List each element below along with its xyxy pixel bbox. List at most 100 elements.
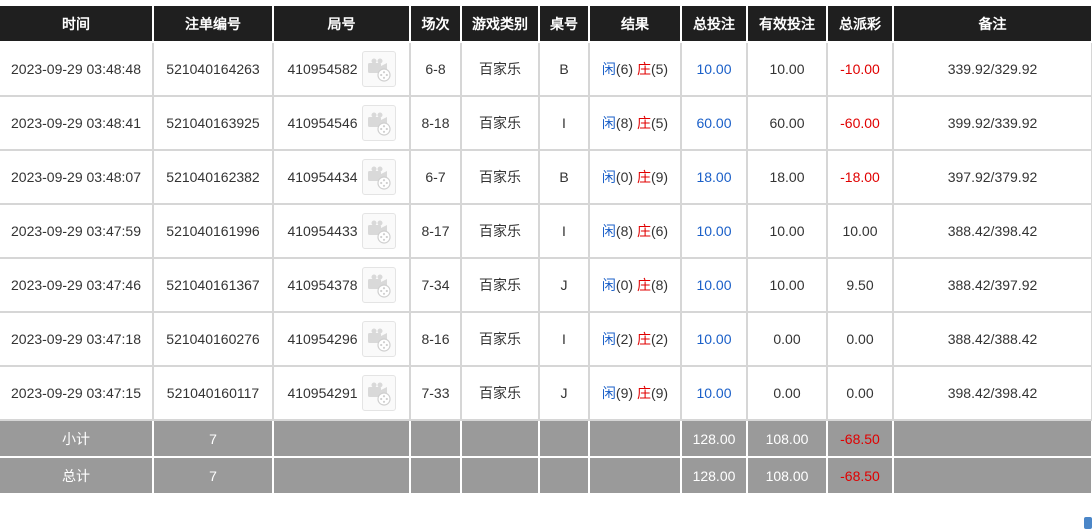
subtotal-empty-cell	[589, 420, 682, 458]
subtotal-empty-cell	[893, 420, 1092, 458]
table-row: 2023-09-29 03:47:46 521040161367 4109543…	[0, 258, 1092, 313]
result-player-score: (8)	[615, 223, 634, 239]
cell-round-no: 410954296	[273, 312, 411, 367]
cell-session: 7-33	[410, 366, 462, 421]
cell-valid-bet: 0.00	[747, 366, 828, 421]
round-no-text: 410954378	[287, 277, 358, 293]
result-banker-label: 庄	[636, 170, 651, 186]
col-header-round-no: 局号	[273, 6, 411, 43]
result-banker-score: (2)	[650, 331, 669, 347]
video-replay-icon[interactable]	[361, 159, 396, 195]
grandtotal-valid-bet: 108.00	[747, 457, 828, 495]
cell-table-no: I	[539, 204, 590, 259]
table-row: 2023-09-29 03:47:59 521040161996 4109544…	[0, 204, 1092, 259]
video-replay-icon[interactable]	[361, 213, 396, 249]
cell-round-no: 410954433	[273, 204, 411, 259]
cell-time: 2023-09-29 03:48:07	[0, 150, 154, 205]
result-player-score: (2)	[615, 331, 634, 347]
cell-time: 2023-09-29 03:48:48	[0, 42, 154, 97]
cell-note: 398.42/398.42	[893, 366, 1092, 421]
subtotal-empty-cell	[461, 420, 540, 458]
col-header-time: 时间	[0, 6, 154, 43]
table-row: 2023-09-29 03:48:07 521040162382 4109544…	[0, 150, 1092, 205]
cell-result: 闲(2) 庄(2)	[589, 312, 682, 367]
round-no-text: 410954433	[287, 223, 358, 239]
cell-game-type: 百家乐	[461, 258, 540, 313]
result-player-score: (0)	[615, 169, 634, 185]
cell-game-type: 百家乐	[461, 312, 540, 367]
cell-total-bet-link[interactable]: 10.00	[681, 312, 748, 367]
cell-table-no: J	[539, 366, 590, 421]
round-no-text: 410954546	[287, 115, 358, 131]
cell-payout: 0.00	[827, 312, 894, 367]
result-player-score: (6)	[615, 61, 634, 77]
cell-time: 2023-09-29 03:47:18	[0, 312, 154, 367]
cell-total-bet-link[interactable]: 10.00	[681, 204, 748, 259]
cell-round-no: 410954378	[273, 258, 411, 313]
subtotal-count: 7	[153, 420, 274, 458]
cell-payout: -10.00	[827, 42, 894, 97]
cell-payout: -18.00	[827, 150, 894, 205]
grandtotal-empty-cell	[539, 457, 590, 495]
cell-session: 7-34	[410, 258, 462, 313]
grandtotal-payout: -68.50	[827, 457, 894, 495]
cell-note: 339.92/329.92	[893, 42, 1092, 97]
subtotal-label: 小计	[0, 420, 154, 458]
video-replay-icon[interactable]	[361, 321, 396, 357]
cell-result: 闲(8) 庄(5)	[589, 96, 682, 151]
cell-result: 闲(6) 庄(5)	[589, 42, 682, 97]
cell-result: 闲(8) 庄(6)	[589, 204, 682, 259]
result-banker-score: (5)	[650, 61, 669, 77]
cell-total-bet-link[interactable]: 10.00	[681, 366, 748, 421]
cell-result: 闲(0) 庄(9)	[589, 150, 682, 205]
cell-result: 闲(9) 庄(9)	[589, 366, 682, 421]
cell-session: 8-17	[410, 204, 462, 259]
table-body: 2023-09-29 03:48:48 521040164263 4109545…	[0, 42, 1092, 421]
result-player-score: (9)	[615, 385, 634, 401]
video-replay-icon[interactable]	[361, 375, 396, 411]
cell-bet-no: 521040160117	[153, 366, 274, 421]
cell-total-bet-link[interactable]: 10.00	[681, 258, 748, 313]
cell-session: 6-7	[410, 150, 462, 205]
grandtotal-empty-cell	[893, 457, 1092, 495]
cell-valid-bet: 0.00	[747, 312, 828, 367]
video-replay-icon[interactable]	[361, 105, 396, 141]
video-replay-icon[interactable]	[361, 51, 396, 87]
result-banker-score: (9)	[650, 169, 669, 185]
cell-note: 388.42/388.42	[893, 312, 1092, 367]
cell-valid-bet: 10.00	[747, 258, 828, 313]
col-header-bet-no: 注单编号	[153, 6, 274, 43]
cell-bet-no: 521040163925	[153, 96, 274, 151]
cell-session: 6-8	[410, 42, 462, 97]
grandtotal-row: 总计 7 128.00 108.00 -68.50	[0, 457, 1092, 495]
col-header-payout: 总派彩	[827, 6, 894, 43]
result-player-label: 闲	[601, 224, 616, 240]
cell-total-bet-link[interactable]: 60.00	[681, 96, 748, 151]
grandtotal-empty-cell	[410, 457, 462, 495]
cell-table-no: B	[539, 150, 590, 205]
col-header-session: 场次	[410, 6, 462, 43]
cell-table-no: J	[539, 258, 590, 313]
result-banker-label: 庄	[636, 278, 651, 294]
bet-records-panel: 时间 注单编号 局号 场次 游戏类别 桌号 结果 总投注 有效投注 总派彩 备注…	[0, 6, 1092, 495]
cell-time: 2023-09-29 03:48:41	[0, 96, 154, 151]
cell-total-bet-link[interactable]: 10.00	[681, 42, 748, 97]
cell-time: 2023-09-29 03:47:59	[0, 204, 154, 259]
table-row: 2023-09-29 03:47:18 521040160276 4109542…	[0, 312, 1092, 367]
round-no-text: 410954291	[287, 385, 358, 401]
scroll-indicator[interactable]	[1084, 517, 1092, 529]
cell-payout: 10.00	[827, 204, 894, 259]
video-replay-icon[interactable]	[361, 267, 396, 303]
cell-total-bet-link[interactable]: 18.00	[681, 150, 748, 205]
subtotal-total-bet: 128.00	[681, 420, 748, 458]
subtotal-empty-cell	[410, 420, 462, 458]
result-banker-score: (6)	[650, 223, 669, 239]
round-no-text: 410954582	[287, 61, 358, 77]
cell-time: 2023-09-29 03:47:15	[0, 366, 154, 421]
grandtotal-total-bet: 128.00	[681, 457, 748, 495]
cell-bet-no: 521040161996	[153, 204, 274, 259]
subtotal-valid-bet: 108.00	[747, 420, 828, 458]
cell-table-no: I	[539, 96, 590, 151]
result-player-score: (0)	[615, 277, 634, 293]
col-header-note: 备注	[893, 6, 1092, 43]
